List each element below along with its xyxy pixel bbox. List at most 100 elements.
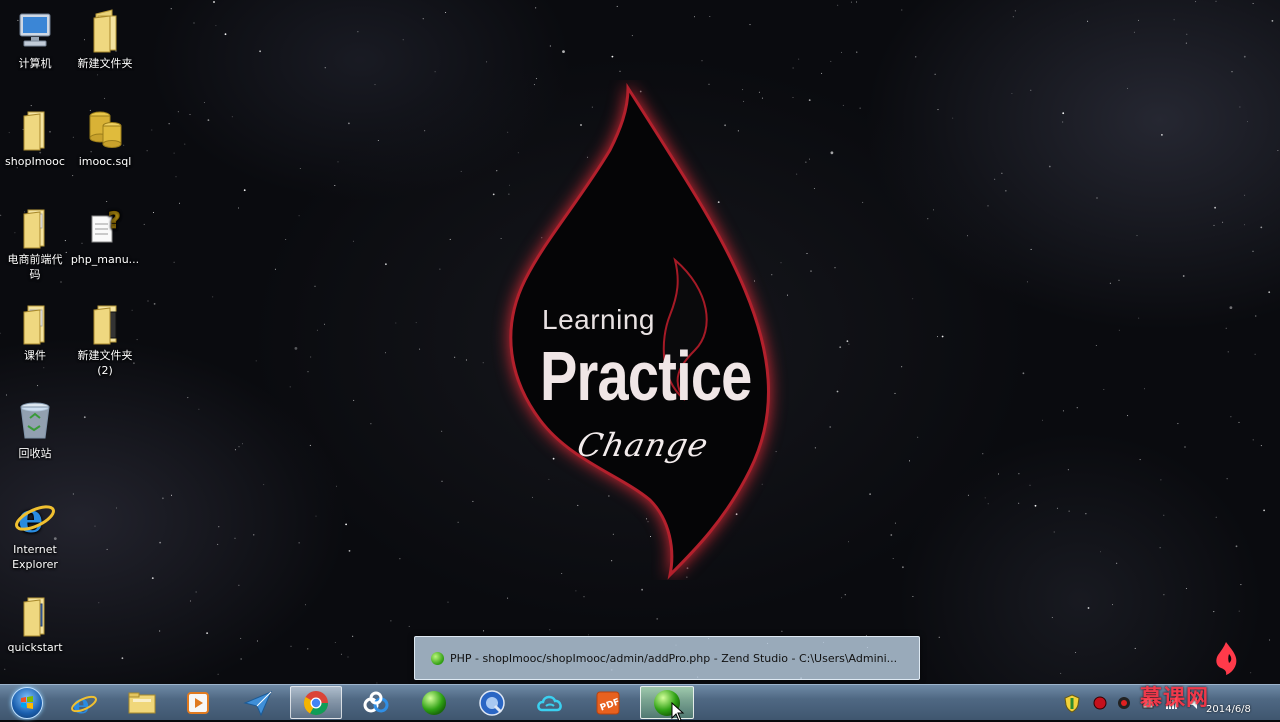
star <box>1087 20 1089 22</box>
taskbar-window-preview[interactable]: PHP - shopImooc/shopImooc/admin/addPro.p… <box>414 636 920 680</box>
desktop-icon-shopimooc[interactable]: shopImooc <box>0 106 70 169</box>
shield-icon[interactable] <box>1062 693 1082 713</box>
desktop-icon-label: Internet <box>13 543 57 556</box>
star <box>535 7 537 9</box>
desktop-icon-recycle-bin[interactable]: 回收站 <box>0 398 70 461</box>
folder-icon <box>23 209 45 249</box>
desktop-icon-label: quickstart <box>7 641 63 654</box>
star <box>937 109 939 111</box>
star <box>583 596 585 598</box>
svg-text:?: ? <box>108 209 121 234</box>
star <box>147 300 149 302</box>
star <box>217 543 219 545</box>
internet-explorer-icon: e <box>15 495 55 540</box>
star <box>917 436 919 438</box>
star <box>4 668 6 670</box>
star <box>1112 604 1113 606</box>
desktop-icon-label: 计算机 <box>18 57 52 70</box>
star <box>1271 20 1274 22</box>
star <box>83 416 86 419</box>
taskbar-cloud-sync[interactable] <box>524 686 576 719</box>
taskbar-media-player[interactable] <box>172 686 224 719</box>
star <box>184 143 186 145</box>
star <box>43 367 45 369</box>
star <box>1005 190 1007 192</box>
star <box>862 201 864 203</box>
record-icon[interactable] <box>1116 695 1132 711</box>
desktop-icon-new-folder[interactable]: 新建文件夹 <box>70 8 140 71</box>
star <box>792 67 794 69</box>
taskbar-baidu-cloud[interactable] <box>350 686 402 719</box>
start-button[interactable] <box>2 685 52 721</box>
star <box>1144 388 1145 390</box>
taskbar-internet-explorer[interactable]: e <box>58 686 110 719</box>
desktop-icon-label-line2: (2) <box>97 364 113 377</box>
desktop-icon-internet-explorer[interactable]: e Internet Explorer <box>0 494 70 572</box>
star <box>1075 652 1077 653</box>
star <box>846 340 849 343</box>
folder-icon <box>23 305 45 345</box>
desktop-icon-label: 新建文件夹 <box>77 57 133 70</box>
star <box>217 673 219 675</box>
star <box>829 426 832 428</box>
star <box>1103 389 1105 390</box>
star <box>1231 71 1233 73</box>
star <box>1109 282 1111 284</box>
desktop-icon-courseware[interactable]: 课件 <box>0 300 70 363</box>
star <box>1185 42 1187 44</box>
star <box>834 267 836 269</box>
desktop-icon-computer[interactable]: 计算机 <box>0 8 70 71</box>
taskbar-feiq[interactable] <box>232 686 284 719</box>
desktop-icon-label-line2: Explorer <box>12 558 58 571</box>
desktop-icon-label: 新建文件夹 <box>77 349 133 362</box>
star <box>1100 551 1101 553</box>
star <box>844 594 846 596</box>
star <box>1277 150 1279 151</box>
star <box>486 61 488 63</box>
star <box>94 525 96 527</box>
star <box>441 430 443 432</box>
taskbar-green-app[interactable] <box>408 686 460 719</box>
desktop-icon-php-manual[interactable]: ? php_manu... <box>70 204 140 267</box>
star <box>998 473 999 475</box>
taskbar-pdf-reader[interactable]: PDF <box>582 686 634 719</box>
taskbar-file-explorer[interactable] <box>116 686 168 719</box>
taskbar-clock-date[interactable]: 2014/6/8 <box>1206 704 1251 715</box>
star <box>938 636 940 638</box>
star <box>941 335 944 338</box>
star <box>224 33 227 36</box>
star <box>1048 165 1051 168</box>
star <box>1255 315 1257 317</box>
star <box>842 104 844 106</box>
star <box>1260 226 1263 229</box>
star <box>206 632 209 634</box>
taskbar-zend-studio[interactable] <box>640 686 694 719</box>
desktop-icon-new-folder-2[interactable]: 新建文件夹 (2) <box>70 300 140 378</box>
star <box>837 4 839 6</box>
desktop-icon-frontend-code[interactable]: 电商前端代 码 <box>0 204 70 282</box>
star <box>1214 206 1216 209</box>
folder-icon <box>93 9 117 53</box>
star <box>419 348 421 350</box>
star <box>173 152 175 154</box>
star <box>1056 507 1058 509</box>
star <box>912 596 914 597</box>
red-dot-icon[interactable] <box>1092 695 1108 711</box>
star <box>933 209 934 211</box>
star <box>170 8 172 10</box>
mouse-cursor-icon <box>671 702 685 722</box>
star <box>709 16 711 17</box>
desktop-icon-imooc-sql[interactable]: imooc.sql <box>70 106 140 169</box>
taskbar-quicktime[interactable] <box>466 686 518 719</box>
star <box>439 268 441 270</box>
chrome-icon <box>303 690 328 715</box>
windows-logo-icon <box>11 687 43 719</box>
taskbar-chrome[interactable] <box>290 686 342 719</box>
star <box>177 111 179 113</box>
desktop-icon-quickstart[interactable]: quickstart <box>0 592 70 655</box>
star <box>240 637 242 639</box>
star <box>781 630 783 632</box>
star <box>162 497 164 500</box>
star <box>289 386 291 388</box>
desktop-icon-label: php_manu... <box>70 253 140 266</box>
